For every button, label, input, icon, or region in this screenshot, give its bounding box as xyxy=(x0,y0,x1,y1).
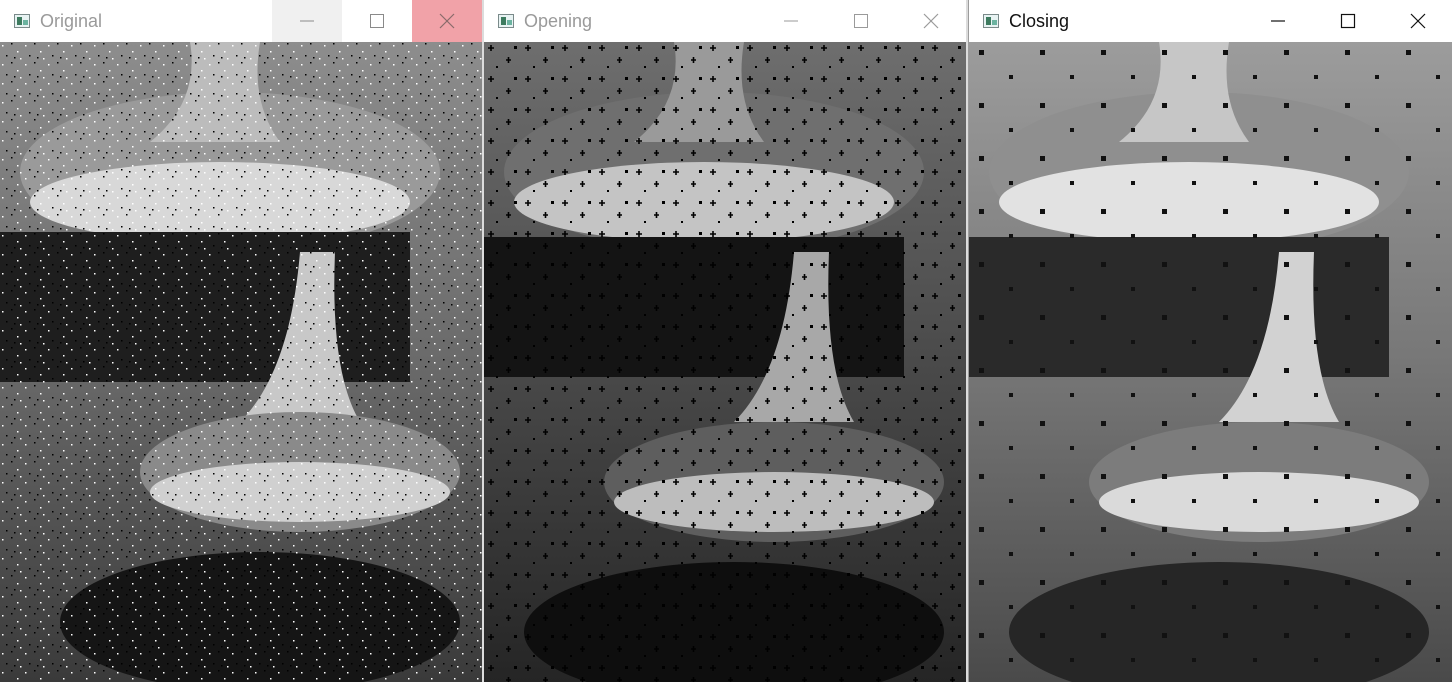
window-title: Opening xyxy=(524,11,593,31)
image-canvas-opening xyxy=(484,42,966,682)
maximize-button[interactable] xyxy=(342,0,412,42)
close-button[interactable] xyxy=(896,0,966,42)
minimize-icon xyxy=(1271,20,1285,22)
image-opening xyxy=(484,42,966,682)
maximize-button[interactable] xyxy=(1313,0,1383,42)
close-icon xyxy=(439,13,455,29)
image-original xyxy=(0,42,482,682)
window-opening: Opening xyxy=(484,0,968,682)
app-window-icon xyxy=(983,14,999,28)
minimize-button[interactable] xyxy=(756,0,826,42)
maximize-icon xyxy=(1340,13,1356,29)
titlebar[interactable]: Opening xyxy=(484,0,966,42)
window-controls xyxy=(272,0,482,42)
minimize-icon xyxy=(784,20,798,22)
close-button[interactable] xyxy=(412,0,482,42)
maximize-icon xyxy=(854,14,868,28)
maximize-button[interactable] xyxy=(826,0,896,42)
image-closing xyxy=(969,42,1452,682)
minimize-button[interactable] xyxy=(272,0,342,42)
app-window-icon xyxy=(14,14,30,28)
minimize-icon xyxy=(300,20,314,22)
close-button[interactable] xyxy=(1383,0,1452,42)
image-canvas-original xyxy=(0,42,482,682)
window-title: Original xyxy=(40,11,103,31)
image-canvas-closing xyxy=(969,42,1452,682)
minimize-button[interactable] xyxy=(1243,0,1313,42)
close-icon xyxy=(1410,13,1426,29)
maximize-icon xyxy=(370,14,384,28)
window-title: Closing xyxy=(1009,11,1070,31)
window-closing: Closing xyxy=(968,0,1452,682)
titlebar[interactable]: Closing xyxy=(969,0,1452,42)
window-original: Original xyxy=(0,0,484,682)
window-controls xyxy=(756,0,966,42)
titlebar[interactable]: Original xyxy=(0,0,482,42)
window-controls xyxy=(1243,0,1452,42)
app-window-icon xyxy=(498,14,514,28)
close-icon xyxy=(923,13,939,29)
